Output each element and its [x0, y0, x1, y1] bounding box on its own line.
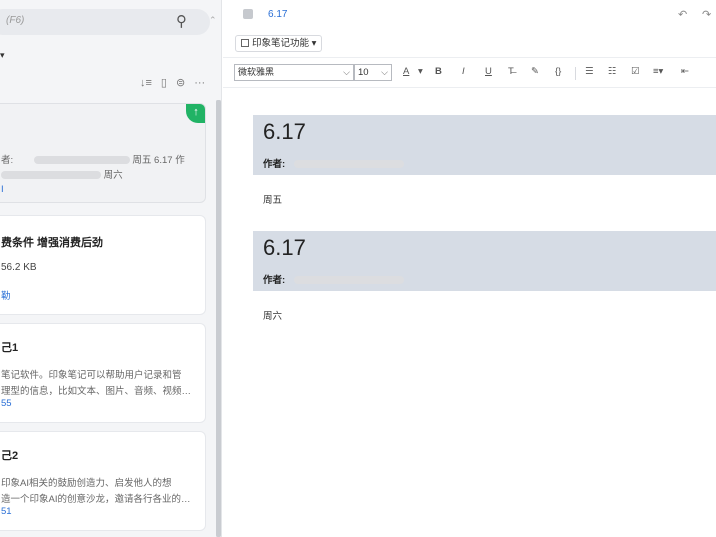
outdent-icon[interactable]: ⇤ [681, 66, 689, 77]
card-size: 56.2 KB [1, 262, 37, 273]
collapse-icon[interactable]: ⌃ [209, 15, 217, 26]
features-label: 印象笔记功能 [252, 38, 310, 49]
card-link[interactable]: I [1, 184, 4, 195]
format-toolbar: 微软雅黑 ⌵ 10 ⌵ A ▾ B I U T̶ ✎ {} ☰ ☷ ☑ ≡▾ ⇤ [223, 57, 716, 88]
note-title[interactable]: 6.17 [268, 9, 287, 20]
card-line2: 理型的信息，比如文本、图片、音频、视频… [1, 386, 192, 397]
chevron-down-icon[interactable]: ▾ [418, 66, 423, 77]
calendar-icon [241, 39, 249, 47]
scrollbar-thumb[interactable] [216, 100, 221, 537]
editor-pane: 6.17 ↶ ↷ ⋮ 印象笔记功能 ▾ 微软雅黑 ⌵ 10 ⌵ A ▾ B I … [223, 0, 716, 537]
chevron-down-icon: ⌵ [343, 67, 350, 77]
sync-up-icon: ↑ [186, 104, 205, 123]
font-family-value: 微软雅黑 [238, 67, 275, 77]
author-label: 作者: [263, 159, 286, 170]
toolbar-divider [575, 67, 576, 80]
note-header-block: 6.17 作者: [253, 231, 716, 291]
align-icon[interactable]: ≡▾ [653, 66, 663, 77]
font-size-select[interactable]: 10 ⌵ [354, 64, 392, 81]
sort-icon[interactable]: ↓≡ [140, 77, 152, 89]
note-icon [243, 9, 253, 19]
card-line2-suffix: 周六 [103, 170, 123, 181]
bold-icon[interactable]: B [435, 66, 442, 77]
card-line1: 印象AI相关的鼓励创造力、启发他人的想 [1, 478, 172, 489]
note-card[interactable]: ↑ 者: 周五 6.17 作 周六 I [0, 103, 206, 203]
note-card[interactable]: 己1 笔记软件。印象笔记可以帮助用户记录和管 理型的信息，比如文本、图片、音频、… [0, 323, 206, 423]
text-color-icon[interactable]: A [403, 66, 409, 77]
note-header-block: 6.17 作者: [253, 115, 716, 175]
search-input[interactable]: (F6) ⚲ [0, 9, 210, 35]
card-line1: 笔记软件。印象笔记可以帮助用户记录和管 [1, 370, 182, 381]
font-family-select[interactable]: 微软雅黑 ⌵ [234, 64, 354, 81]
note-list-pane: (F6) ⚲ ⌃ ▾ ↓≡ ▯ ⊜ ··· ↑ 者: 周五 6.17 作 周六 … [0, 0, 222, 537]
redacted-text [293, 160, 404, 169]
note-body-text: 周五 [263, 195, 283, 206]
card-link[interactable]: 55 [1, 398, 12, 409]
card-link[interactable]: 勒 [1, 288, 11, 302]
card-link[interactable]: 51 [1, 506, 12, 517]
chevron-down-icon[interactable]: ▾ [0, 50, 5, 61]
editor-topbar: 6.17 ↶ ↷ ⋮ [223, 0, 716, 30]
bullet-list-icon[interactable]: ☰ [585, 66, 594, 77]
card-author-prefix: 者: [1, 155, 14, 166]
note-heading: 6.17 [263, 119, 306, 144]
features-button[interactable]: 印象笔记功能 ▾ [235, 35, 323, 52]
chevron-down-icon: ⌵ [381, 67, 388, 77]
card-title: 己1 [1, 342, 19, 354]
search-icon[interactable]: ⚲ [176, 12, 187, 30]
redacted-text [293, 276, 404, 285]
highlight-icon[interactable]: ✎ [531, 66, 539, 77]
note-card[interactable]: 费条件 增强消费后劲 56.2 KB 勒 [0, 215, 206, 315]
view-icon[interactable]: ▯ [161, 76, 167, 89]
note-card[interactable]: 己2 印象AI相关的鼓励创造力、启发他人的想 造一个印象AI的创意沙龙，邀请各行… [0, 431, 206, 531]
search-placeholder: (F6) [6, 15, 25, 26]
italic-icon[interactable]: I [462, 66, 465, 77]
underline-icon[interactable]: U [485, 66, 492, 77]
note-heading: 6.17 [263, 235, 306, 260]
list-toolbar: ↓≡ ▯ ⊜ ··· [140, 76, 205, 90]
note-body-text: 周六 [263, 311, 283, 322]
redacted-text [1, 171, 101, 180]
redo-icon[interactable]: ↷ [702, 8, 711, 21]
filter-icon[interactable]: ⊜ [176, 76, 185, 89]
font-size-value: 10 [358, 67, 369, 78]
undo-icon[interactable]: ↶ [678, 8, 687, 21]
card-title: 己2 [1, 450, 19, 462]
card-line2: 造一个印象AI的创意沙龙，邀请各行各业的… [1, 494, 191, 505]
strikethrough-icon[interactable]: T̶ [508, 66, 514, 77]
code-icon[interactable]: {} [555, 66, 561, 77]
author-label: 作者: [263, 275, 286, 286]
checklist-icon[interactable]: ☑ [631, 66, 640, 77]
card-date-text: 周五 6.17 作 [132, 155, 185, 166]
numbered-list-icon[interactable]: ☷ [608, 66, 617, 77]
more-icon[interactable]: ··· [194, 77, 205, 89]
card-title: 费条件 增强消费后劲 [1, 237, 104, 249]
redacted-text [33, 156, 130, 165]
